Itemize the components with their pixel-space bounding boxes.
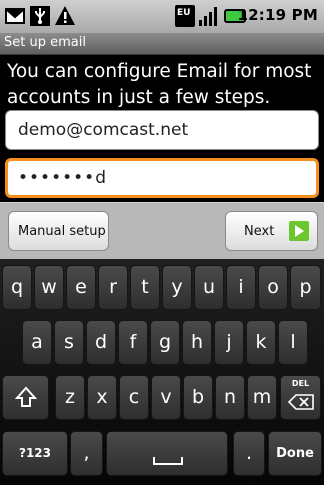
key-label: e xyxy=(75,276,87,298)
key-y[interactable]: y xyxy=(162,265,192,310)
key-r[interactable]: r xyxy=(98,265,128,310)
key-label: j xyxy=(226,331,232,353)
key-label: g xyxy=(158,331,172,353)
space-icon xyxy=(153,457,183,465)
key-label: u xyxy=(202,276,216,298)
key-label: a xyxy=(31,331,43,353)
key-i[interactable]: i xyxy=(226,265,256,310)
warning-icon xyxy=(55,6,75,25)
page-title: Set up email xyxy=(4,35,86,50)
network-badge-label: EU xyxy=(177,8,191,18)
key-o[interactable]: o xyxy=(258,265,288,310)
key-u[interactable]: u xyxy=(194,265,224,310)
key-a[interactable]: a xyxy=(22,320,52,365)
key-label: p xyxy=(299,276,312,298)
key-p[interactable]: p xyxy=(290,265,321,310)
key-label: o xyxy=(267,276,279,298)
key-label: z xyxy=(65,386,75,408)
key-n[interactable]: n xyxy=(215,375,245,420)
key-m[interactable]: m xyxy=(247,375,277,420)
key-label: i xyxy=(238,276,244,298)
password-field[interactable]: •••••••d xyxy=(5,158,319,198)
usb-icon xyxy=(30,6,50,26)
key-s[interactable]: s xyxy=(54,320,84,365)
key-c[interactable]: c xyxy=(119,375,149,420)
action-bar: Manual setup Next xyxy=(0,202,324,259)
key-comma[interactable]: , xyxy=(70,431,103,476)
key-label: l xyxy=(290,331,296,353)
instructions-text: You can configure Email for most account… xyxy=(7,61,312,108)
email-field[interactable]: demo@comcast.net xyxy=(5,110,319,150)
key-label: b xyxy=(191,386,205,408)
email-value: demo@comcast.net xyxy=(18,120,189,140)
key-label: y xyxy=(171,276,183,298)
key-f[interactable]: f xyxy=(118,320,148,365)
key-k[interactable]: k xyxy=(246,320,276,365)
key-label: ?123 xyxy=(18,446,51,460)
gmail-notification-icon xyxy=(5,8,25,24)
key-period[interactable]: . xyxy=(233,431,265,476)
password-value: •••••••d xyxy=(18,168,107,188)
key-shift[interactable] xyxy=(2,375,49,420)
key-label: k xyxy=(255,331,267,353)
key-label: f xyxy=(129,331,137,353)
key-label: t xyxy=(141,276,149,298)
key-done[interactable]: Done xyxy=(268,431,322,476)
key-v[interactable]: v xyxy=(151,375,181,420)
arrow-right-icon xyxy=(289,221,309,241)
manual-setup-button[interactable]: Manual setup xyxy=(8,211,109,251)
signal-icon xyxy=(199,7,217,26)
network-badge-icon: EU xyxy=(175,5,195,27)
soft-keyboard: q w e r t y u i o p a s d f g h j k l z … xyxy=(0,259,324,485)
status-time: 12:19 PM xyxy=(237,6,318,24)
key-symbols[interactable]: ?123 xyxy=(2,431,68,476)
key-j[interactable]: j xyxy=(214,320,244,365)
key-q[interactable]: q xyxy=(2,265,32,310)
key-label: c xyxy=(128,386,140,408)
key-label: n xyxy=(223,386,237,408)
key-w[interactable]: w xyxy=(34,265,64,310)
key-b[interactable]: b xyxy=(183,375,213,420)
key-label: d xyxy=(94,331,108,353)
key-label: x xyxy=(96,386,108,408)
key-g[interactable]: g xyxy=(150,320,180,365)
title-bar: Set up email xyxy=(0,33,324,55)
next-button[interactable]: Next xyxy=(225,211,318,251)
key-e[interactable]: e xyxy=(66,265,96,310)
key-label: s xyxy=(64,331,74,353)
key-x[interactable]: x xyxy=(87,375,117,420)
key-d[interactable]: d xyxy=(86,320,116,365)
key-z[interactable]: z xyxy=(55,375,85,420)
key-label: r xyxy=(109,276,117,298)
shift-icon xyxy=(15,386,37,407)
key-t[interactable]: t xyxy=(130,265,160,310)
next-label: Next xyxy=(244,224,275,239)
key-label: Done xyxy=(276,446,314,461)
backspace-icon xyxy=(288,394,314,410)
manual-setup-label: Manual setup xyxy=(18,224,106,239)
key-label: q xyxy=(10,276,24,298)
key-h[interactable]: h xyxy=(182,320,212,365)
key-label: w xyxy=(41,276,57,298)
key-label: , xyxy=(83,442,90,464)
key-label: . xyxy=(245,442,253,464)
key-l[interactable]: l xyxy=(278,320,308,365)
key-label: m xyxy=(252,386,272,408)
status-bar: EU 12:19 PM xyxy=(0,0,324,33)
key-label: v xyxy=(160,386,172,408)
key-label: h xyxy=(190,331,204,353)
key-space[interactable] xyxy=(106,431,228,476)
key-delete[interactable]: DEL xyxy=(280,375,321,420)
delete-label: DEL xyxy=(291,379,310,388)
